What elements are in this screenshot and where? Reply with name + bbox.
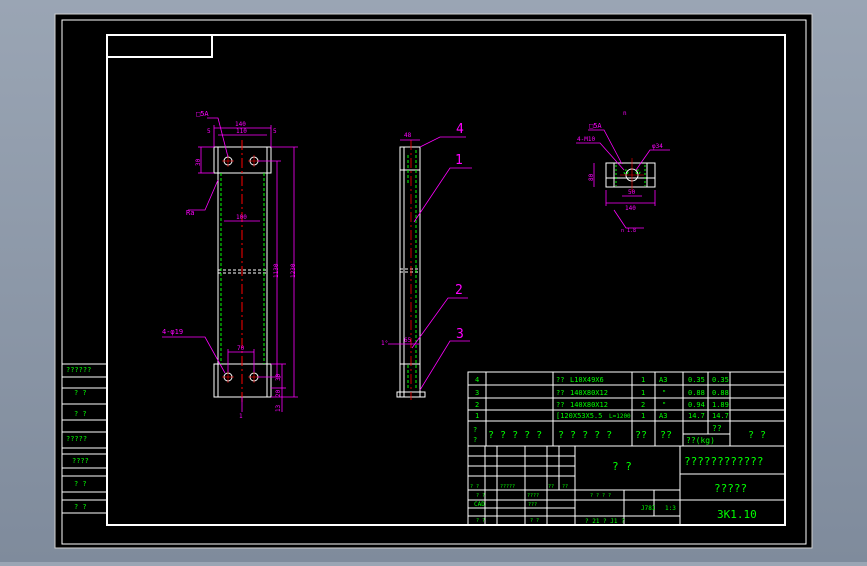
dim-text: 30 xyxy=(275,373,282,381)
dim-text: n 1.8 xyxy=(621,228,636,234)
scale-value: 1:3 xyxy=(665,505,676,512)
left-strip-label: ???? xyxy=(72,457,89,465)
grid-label: ? ? xyxy=(530,518,539,524)
left-strip-label: ? ? xyxy=(74,389,87,397)
bom-cell: A3 xyxy=(659,376,667,384)
bom-header-no: ? xyxy=(473,436,477,444)
bom-header-weight: ?? xyxy=(712,424,722,433)
sheet-info: ? 21 ? J1 ? xyxy=(585,518,625,525)
grid-label: ?? xyxy=(562,484,568,490)
detail-note-holes: 4-M10 xyxy=(577,136,595,143)
cad-window: ?????? ? ? ? ? ????? ???? ? ? ? ? 140 11… xyxy=(0,0,867,562)
front-note-holes-top: □5A xyxy=(196,110,209,118)
grid-label: ????? xyxy=(500,484,515,490)
bom-cell: 4 xyxy=(475,376,479,384)
grid-label: ? ? xyxy=(476,518,485,524)
dim-text: 70 xyxy=(237,345,245,352)
bom-cell: 140X80X12 xyxy=(570,389,608,397)
bom-cell: L=1200 xyxy=(609,413,631,420)
grid-label: ?? xyxy=(548,484,554,490)
part-number-3: 3 xyxy=(456,327,464,342)
bom-cell: 2 xyxy=(475,401,479,409)
bom-cell: 0.88 xyxy=(712,389,729,397)
bom-cell: 1 xyxy=(641,376,645,384)
grid-label: ? ? ? ? xyxy=(590,493,611,499)
grid-label: ? ? xyxy=(476,493,485,499)
bom-cell: 1 xyxy=(475,412,479,420)
drawing-number: 3K1.10 xyxy=(717,508,757,521)
drawing-name: ????? xyxy=(714,482,747,495)
dim-text: 50 xyxy=(628,189,636,196)
detail-header: n xyxy=(623,110,627,117)
grid-label: ???? xyxy=(527,493,539,499)
bom-header-name: ? ? ? ? ? xyxy=(558,430,612,441)
bom-cell: 1 xyxy=(641,412,645,420)
bom-cell: 3 xyxy=(475,389,479,397)
dim-text: 100 xyxy=(236,214,247,221)
dim-text: 20 xyxy=(275,389,282,397)
dim-text: 1130 xyxy=(273,263,280,278)
cad-drawing[interactable]: ?????? ? ? ? ? ????? ???? ? ? ? ? 140 11… xyxy=(0,0,867,562)
bom-cell: 2 xyxy=(641,401,645,409)
bom-cell: ?? xyxy=(556,389,564,397)
bom-cell: " xyxy=(662,389,666,397)
bom-cell: [120X53X5.5 xyxy=(556,412,602,420)
bom-cell: 14.7 xyxy=(688,412,705,420)
scale-label: J78I xyxy=(641,505,656,512)
bom-cell: 0.88 xyxy=(688,389,705,397)
bom-cell: 1 xyxy=(641,389,645,397)
dim-text: 110 xyxy=(236,128,247,135)
bom-header-mat: ?? xyxy=(660,430,672,441)
dim-text: 1 xyxy=(239,413,243,420)
dim-text: 1° xyxy=(381,340,388,347)
front-note-holes-bottom: 4-φ19 xyxy=(162,328,183,336)
dim-text: 65 xyxy=(404,337,412,344)
bom-cell: ?? xyxy=(556,376,564,384)
dim-text: 48 xyxy=(404,132,412,139)
center-mark: ? ? xyxy=(612,460,632,473)
bom-header-note: ? ? xyxy=(748,430,766,441)
part-number-1: 1 xyxy=(455,153,463,168)
dim-text: 5 xyxy=(273,128,277,135)
bom-cell: " xyxy=(662,401,666,409)
grid-label: CAD xyxy=(474,501,485,508)
bom-cell: 14.7 xyxy=(712,412,729,420)
dim-text: 80 xyxy=(588,173,595,181)
bom-header-qty: ?? xyxy=(635,430,647,441)
dim-text: 5 xyxy=(207,128,211,135)
company-title: ???????????? xyxy=(684,455,763,468)
left-strip-label: ????? xyxy=(66,435,87,443)
bom-cell: 140X80X12 xyxy=(570,401,608,409)
front-note-symbol: Ra xyxy=(186,209,194,217)
part-number-2: 2 xyxy=(455,283,463,298)
bom-cell: A3 xyxy=(659,412,667,420)
dim-text: 140 xyxy=(235,121,246,128)
left-strip-label: ? ? xyxy=(74,503,87,511)
bom-cell: 0.94 xyxy=(688,401,705,409)
dim-text: 140 xyxy=(625,205,636,212)
left-strip-label: ?????? xyxy=(66,366,91,374)
bom-header-no: ? xyxy=(473,426,477,434)
grid-label: ? ? xyxy=(470,484,479,490)
bom-header-weight-unit: ??(kg) xyxy=(686,436,715,445)
dim-text: 30 xyxy=(195,158,202,166)
bom-cell: 1.89 xyxy=(712,401,729,409)
grid-label: ??? xyxy=(528,502,537,508)
dim-text: 13 xyxy=(275,404,282,412)
bom-header-code: ? ? ? ? ? xyxy=(488,430,542,441)
detail-note-weld: □5A xyxy=(589,122,602,130)
bom-cell: 0.35 xyxy=(688,376,705,384)
bom-cell: L10X49X6 xyxy=(570,376,604,384)
bom-cell: ?? xyxy=(556,401,564,409)
bom-cell: 0.35 xyxy=(712,376,729,384)
dim-text: 1230 xyxy=(290,263,297,278)
left-strip-label: ? ? xyxy=(74,480,87,488)
part-number-4: 4 xyxy=(456,122,464,137)
detail-note-dia: φ34 xyxy=(652,143,663,150)
left-strip-label: ? ? xyxy=(74,410,87,418)
